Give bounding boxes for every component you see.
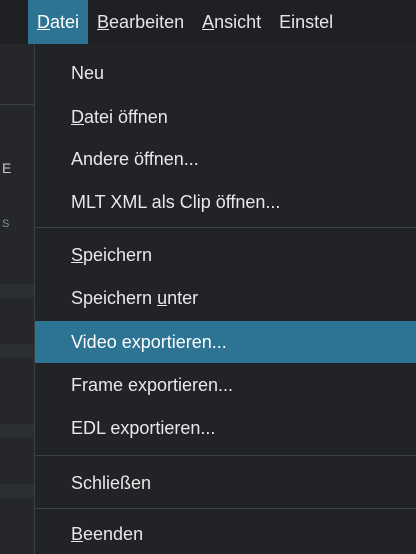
menu-item-datei-oeffnen[interactable]: Datei öffnen: [35, 97, 416, 137]
background-row: [0, 284, 34, 298]
menu-item-label: nter: [167, 288, 199, 308]
background-row: [0, 424, 34, 438]
menu-item-label: Speichern: [71, 288, 158, 308]
menubar-item-bearbeiten[interactable]: Bearbeiten: [88, 0, 193, 44]
menu-item-label: peichern: [83, 245, 153, 265]
menu-item-schliessen[interactable]: Schließen: [35, 463, 416, 503]
file-menu-dropdown: Neu Datei öffnen Andere öffnen... MLT XM…: [34, 44, 416, 554]
menu-item-label: eenden: [83, 524, 144, 544]
menu-item-frame-exportieren[interactable]: Frame exportieren...: [35, 365, 416, 405]
background-text-fragment: S: [2, 218, 10, 230]
background-divider: [0, 104, 34, 105]
menubar-item-datei[interactable]: Datei: [28, 0, 89, 44]
mnemonic: D: [71, 107, 84, 127]
app-window: E S Datei Bearbeiten Ansicht Einstel Neu…: [0, 0, 416, 554]
background-row: [0, 344, 34, 358]
menu-item-mlt-xml-als-clip-oeffnen[interactable]: MLT XML als Clip öffnen...: [35, 182, 416, 222]
mnemonic: u: [157, 288, 168, 308]
menu-separator: [35, 508, 416, 509]
menubar: Datei Bearbeiten Ansicht Einstel: [0, 0, 416, 44]
menu-item-speichern[interactable]: Speichern: [35, 235, 416, 275]
mnemonic: S: [71, 245, 84, 265]
mnemonic: A: [202, 12, 215, 32]
menu-separator: [35, 455, 416, 456]
menu-item-speichern-unter[interactable]: Speichern unter: [35, 278, 416, 318]
menubar-item-ansicht[interactable]: Ansicht: [193, 0, 270, 44]
menu-item-label: atei öffnen: [84, 107, 168, 127]
background-text-fragment: E: [2, 160, 12, 176]
mnemonic: B: [97, 12, 110, 32]
menu-item-beenden[interactable]: Beenden: [35, 514, 416, 554]
menu-item-andere-oeffnen[interactable]: Andere öffnen...: [35, 139, 416, 179]
menu-separator: [35, 227, 416, 228]
background-row: [0, 484, 34, 498]
background-panel: E S: [0, 44, 34, 554]
menubar-item-label: atei: [50, 12, 80, 32]
menu-item-edl-exportieren[interactable]: EDL exportieren...: [35, 408, 416, 448]
menubar-item-label: earbeiten: [109, 12, 185, 32]
mnemonic: B: [71, 524, 84, 544]
menu-item-neu[interactable]: Neu: [35, 53, 416, 93]
mnemonic: D: [37, 12, 50, 32]
menubar-item-label: nsicht: [214, 12, 262, 32]
menubar-item-einstellungen[interactable]: Einstel: [270, 0, 342, 44]
menu-item-video-exportieren[interactable]: Video exportieren...: [35, 321, 416, 363]
